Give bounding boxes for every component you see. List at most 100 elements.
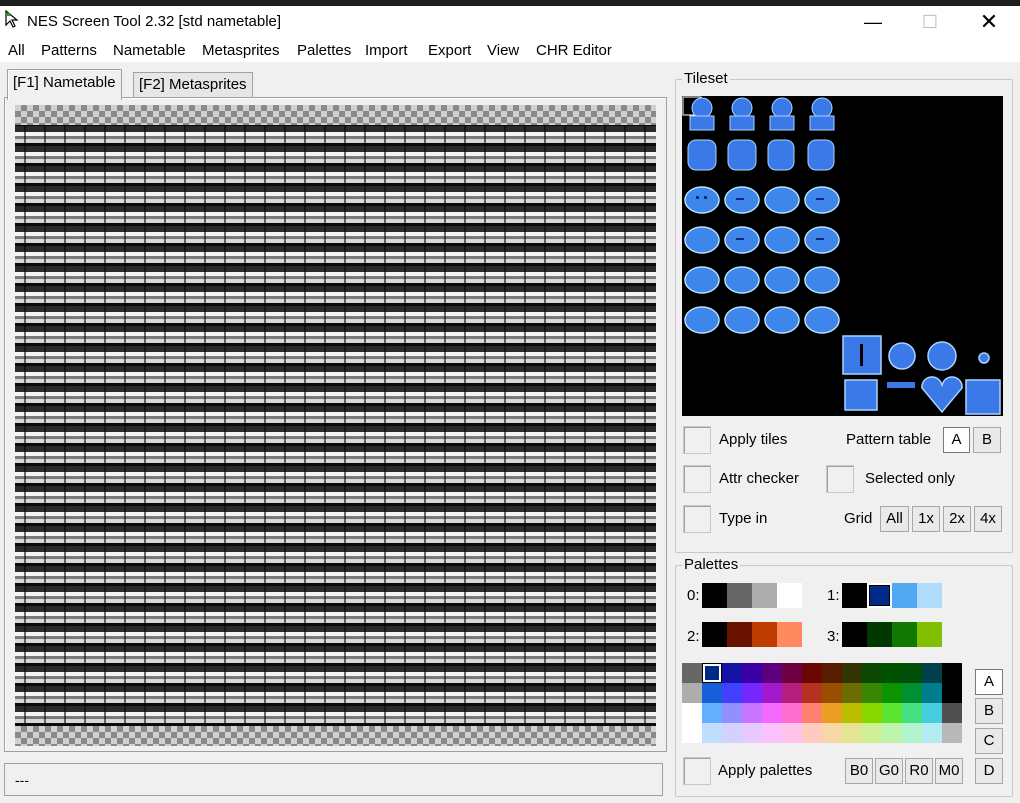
master-color-swatch[interactable] xyxy=(802,683,822,703)
master-color-swatch[interactable] xyxy=(862,723,882,743)
tab-nametable[interactable]: [F1] Nametable xyxy=(7,69,122,100)
close-button[interactable]: ✕ xyxy=(966,6,1012,38)
master-color-swatch[interactable] xyxy=(802,703,822,723)
grid-4x-button[interactable]: 4x xyxy=(974,506,1002,532)
master-color-swatch[interactable] xyxy=(702,703,722,723)
master-color-swatch[interactable] xyxy=(902,703,922,723)
attr-checker-checkbox[interactable] xyxy=(683,465,711,493)
palette-b-button[interactable]: B xyxy=(975,698,1003,724)
master-color-swatch[interactable] xyxy=(822,663,842,683)
grid-2x-button[interactable]: 2x xyxy=(943,506,971,532)
menu-metasprites[interactable]: Metasprites xyxy=(202,42,280,59)
master-color-swatch[interactable] xyxy=(782,663,802,683)
palette-3-color-2[interactable] xyxy=(892,622,917,647)
master-color-swatch[interactable] xyxy=(722,723,742,743)
master-color-swatch[interactable] xyxy=(822,703,842,723)
master-color-swatch[interactable] xyxy=(942,723,962,743)
tileset-canvas[interactable] xyxy=(682,96,1003,416)
master-color-swatch[interactable] xyxy=(902,723,922,743)
palette-0-color-1[interactable] xyxy=(727,583,752,608)
menu-patterns[interactable]: Patterns xyxy=(41,42,97,59)
palette-3-color-0[interactable] xyxy=(842,622,867,647)
r0-button[interactable]: R0 xyxy=(905,758,933,784)
apply-palettes-checkbox[interactable] xyxy=(683,757,711,785)
selected-only-checkbox[interactable] xyxy=(826,465,854,493)
palette-d-button[interactable]: D xyxy=(975,758,1003,784)
master-color-swatch[interactable] xyxy=(682,683,702,703)
master-color-swatch[interactable] xyxy=(862,703,882,723)
master-color-swatch[interactable] xyxy=(722,663,742,683)
palette-3-color-3[interactable] xyxy=(917,622,942,647)
grid-1x-button[interactable]: 1x xyxy=(912,506,940,532)
palette-1-color-2[interactable] xyxy=(892,583,917,608)
master-color-swatch[interactable] xyxy=(742,703,762,723)
palette-0-color-3[interactable] xyxy=(777,583,802,608)
master-color-swatch[interactable] xyxy=(822,723,842,743)
master-color-swatch[interactable] xyxy=(882,663,902,683)
master-color-swatch[interactable] xyxy=(882,723,902,743)
master-color-swatch[interactable] xyxy=(922,663,942,683)
master-color-swatch[interactable] xyxy=(762,663,782,683)
master-color-swatch[interactable] xyxy=(902,683,922,703)
g0-button[interactable]: G0 xyxy=(875,758,903,784)
palette-3-color-1[interactable] xyxy=(867,622,892,647)
master-color-swatch[interactable] xyxy=(922,683,942,703)
menu-view[interactable]: View xyxy=(487,42,519,59)
pattern-table-b-button[interactable]: B xyxy=(973,427,1001,453)
menu-all[interactable]: All xyxy=(8,42,25,59)
master-color-swatch[interactable] xyxy=(722,683,742,703)
palette-1-color-0[interactable] xyxy=(842,583,867,608)
master-color-swatch[interactable] xyxy=(942,683,962,703)
master-color-swatch[interactable] xyxy=(842,663,862,683)
palette-2-color-1[interactable] xyxy=(727,622,752,647)
master-color-swatch[interactable] xyxy=(842,683,862,703)
palette-0-color-0[interactable] xyxy=(702,583,727,608)
grid-all-button[interactable]: All xyxy=(880,506,909,532)
apply-tiles-checkbox[interactable] xyxy=(683,426,711,454)
master-palette[interactable] xyxy=(682,663,962,743)
palette-a-button[interactable]: A xyxy=(975,669,1003,695)
maximize-button[interactable]: ☐ xyxy=(907,6,953,38)
nametable-canvas[interactable] xyxy=(15,125,656,726)
master-color-swatch[interactable] xyxy=(702,663,722,683)
master-color-swatch[interactable] xyxy=(802,663,822,683)
master-color-swatch[interactable] xyxy=(882,703,902,723)
master-color-swatch[interactable] xyxy=(902,663,922,683)
palette-c-button[interactable]: C xyxy=(975,728,1003,754)
master-color-swatch[interactable] xyxy=(922,723,942,743)
master-color-swatch[interactable] xyxy=(942,703,962,723)
master-color-swatch[interactable] xyxy=(702,723,722,743)
type-in-checkbox[interactable] xyxy=(683,505,711,533)
master-color-swatch[interactable] xyxy=(782,703,802,723)
palette-1-color-3[interactable] xyxy=(917,583,942,608)
menu-chr-editor[interactable]: CHR Editor xyxy=(536,42,612,59)
master-color-swatch[interactable] xyxy=(762,703,782,723)
tab-metasprites[interactable]: [F2] Metasprites xyxy=(133,72,253,98)
master-color-swatch[interactable] xyxy=(702,683,722,703)
m0-button[interactable]: M0 xyxy=(935,758,963,784)
master-color-swatch[interactable] xyxy=(742,663,762,683)
master-color-swatch[interactable] xyxy=(742,723,762,743)
master-color-swatch[interactable] xyxy=(722,703,742,723)
palette-1-color-1[interactable] xyxy=(867,583,892,608)
master-color-swatch[interactable] xyxy=(922,703,942,723)
b0-button[interactable]: B0 xyxy=(845,758,873,784)
minimize-button[interactable]: — xyxy=(850,6,896,38)
palette-2-color-3[interactable] xyxy=(777,622,802,647)
master-color-swatch[interactable] xyxy=(802,723,822,743)
menu-nametable[interactable]: Nametable xyxy=(113,42,186,59)
master-color-swatch[interactable] xyxy=(782,683,802,703)
master-color-swatch[interactable] xyxy=(782,723,802,743)
master-color-swatch[interactable] xyxy=(682,723,702,743)
master-color-swatch[interactable] xyxy=(842,723,862,743)
master-color-swatch[interactable] xyxy=(862,663,882,683)
menu-import[interactable]: Import xyxy=(365,42,408,59)
master-color-swatch[interactable] xyxy=(862,683,882,703)
master-color-swatch[interactable] xyxy=(882,683,902,703)
palette-2-color-2[interactable] xyxy=(752,622,777,647)
master-color-swatch[interactable] xyxy=(822,683,842,703)
menu-export[interactable]: Export xyxy=(428,42,471,59)
master-color-swatch[interactable] xyxy=(742,683,762,703)
master-color-swatch[interactable] xyxy=(842,703,862,723)
master-color-swatch[interactable] xyxy=(682,663,702,683)
